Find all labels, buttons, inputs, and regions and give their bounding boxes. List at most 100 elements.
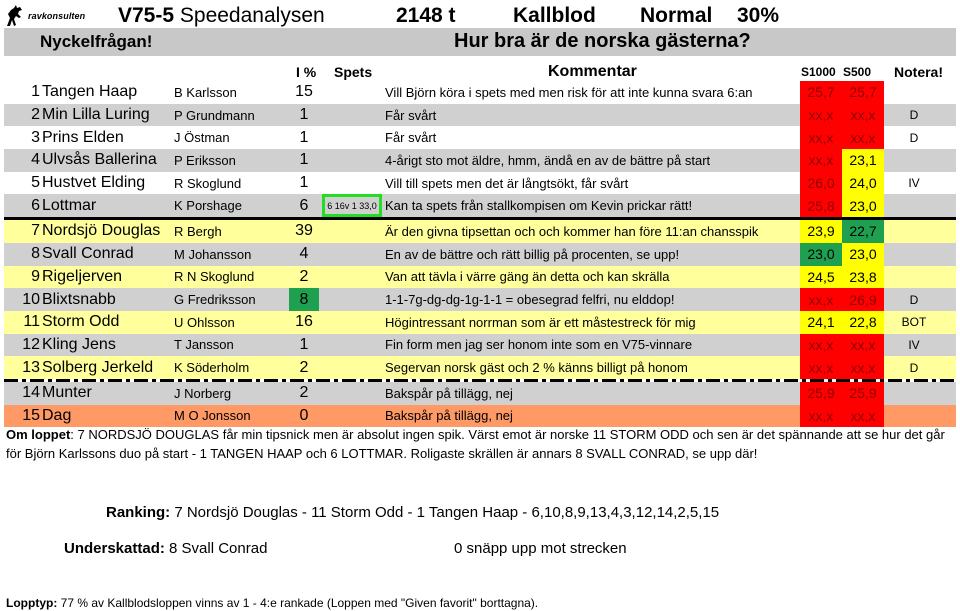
spets-value — [322, 288, 382, 311]
driver-name: K Söderholm — [174, 360, 250, 376]
race-id: V75-5 — [118, 4, 175, 27]
notera-value — [884, 81, 944, 104]
key-question-label: Nyckelfrågan! — [40, 32, 153, 51]
driver-name: R Skoglund — [174, 175, 242, 191]
horse-name: Hustvet Elding — [42, 174, 146, 192]
breed: Kallblod — [513, 4, 596, 27]
spets-value — [322, 104, 382, 127]
percent-value: 0 — [299, 406, 309, 424]
horse-row: 14 Munter J Norberg 2 Bakspår på tillägg, ne… — [4, 381, 956, 405]
comment: 1-1-7g-dg-dg-1g-1-1 = obesegrad felfri, … — [385, 292, 675, 308]
comment: Vill Björn köra i spets med men risk för… — [385, 84, 753, 100]
s1000-value: 25,8 — [800, 194, 842, 218]
spets-value — [322, 243, 382, 266]
horse-name: Lottmar — [42, 196, 97, 214]
comment: Kan ta spets från stallkompisen om Kevin… — [385, 198, 693, 214]
horse-number: 2 — [31, 106, 40, 124]
s1000-value: xx,x — [800, 356, 842, 379]
horse-row: 3 Prins Elden J Östman 1 Får svårt xx,x xx,x D — [4, 126, 956, 150]
ranking-text: 7 Nordsjö Douglas - 11 Storm Odd - 1 Tan… — [170, 504, 720, 521]
notera-value: IV — [908, 176, 920, 191]
s1000-value: xx,x — [800, 288, 842, 311]
spets-value — [322, 172, 382, 195]
horse-number: 9 — [31, 267, 40, 285]
spets-value — [322, 126, 382, 149]
horse-name: Dag — [42, 406, 72, 424]
horse-row: 15 Dag M O Jonsson 0 Bakspår på tillägg, nej… — [4, 404, 956, 428]
horse-row: 11 Storm Odd U Ohlsson 16 Högintressant norr… — [4, 310, 956, 334]
ranking-label: Ranking: — [106, 504, 171, 521]
horse-number: 14 — [22, 384, 40, 402]
horse-name: Blixtsnabb — [42, 290, 116, 308]
s500-value: xx,x — [842, 404, 884, 428]
horse-row: 6 Lottmar K Porshage 6 6 16v 1 33,0 Kan ta sp… — [4, 194, 956, 218]
notera-value — [884, 266, 944, 289]
comment: Får svårt — [385, 107, 437, 123]
comment: Får svårt — [385, 130, 437, 146]
key-question-bar: Nyckelfrågan! Hur bra är de norska gäste… — [4, 28, 956, 56]
s500-value: 25,9 — [842, 381, 884, 405]
s500-value: xx,x — [842, 333, 884, 357]
horse-row: 13 Solberg Jerkeld K Söderholm 2 Segervan no… — [4, 356, 956, 379]
s1000-value: 26,0 — [800, 171, 842, 195]
percent-value: 16 — [295, 313, 313, 331]
horse-icon — [7, 5, 22, 26]
horse-name: Solberg Jerkeld — [42, 358, 154, 376]
horse-name: Munter — [42, 384, 92, 402]
spets-value — [322, 220, 382, 243]
driver-name: M O Jonsson — [174, 408, 251, 424]
horse-number: 8 — [31, 245, 40, 263]
percent-value: 4 — [299, 245, 309, 263]
notera-value — [884, 149, 944, 172]
s500-value: 24,0 — [842, 171, 884, 195]
s500-value: xx,x — [842, 103, 884, 127]
horse-number: 13 — [22, 358, 40, 376]
notera-value: BOT — [901, 315, 927, 330]
driver-name: U Ohlsson — [174, 314, 235, 330]
horse-number: 10 — [22, 290, 40, 308]
notera-value — [884, 405, 944, 428]
horse-number: 12 — [22, 335, 40, 353]
driver-name: M Johansson — [174, 246, 252, 262]
horse-row: 2 Min Lilla Luring P Grundmann 1 Får svårt xx… — [4, 103, 956, 127]
comment: Van att tävla i värre gäng än detta och … — [385, 269, 670, 285]
notera-value: D — [909, 360, 919, 375]
spets-value — [322, 149, 382, 172]
s1000-value: xx,x — [800, 333, 842, 357]
driver-name: J Norberg — [174, 385, 232, 401]
horse-number: 3 — [31, 128, 40, 146]
percent-value: 2 — [299, 358, 309, 376]
underskattad: Underskattad: 8 Svall Conrad — [64, 540, 267, 557]
distance: 2148 t — [396, 4, 456, 27]
om-loppet-text: : 7 NORDSJÖ DOUGLAS får min tipsnick men… — [6, 427, 945, 461]
horse-number: 1 — [31, 83, 40, 101]
s500-value: xx,x — [842, 356, 884, 379]
s500-value: 23,8 — [842, 265, 884, 289]
driver-name: K Porshage — [174, 198, 242, 214]
spets-value — [322, 266, 382, 289]
horse-row: 9 Rigeljerven R N Skoglund 2 Van att tävla i… — [4, 265, 956, 289]
percent-value: 39 — [295, 222, 313, 240]
underskattad-label: Underskattad: — [64, 540, 165, 557]
horse-name: Prins Elden — [42, 128, 124, 146]
percent-value: 1 — [299, 335, 309, 353]
horse-number: 15 — [22, 406, 40, 424]
horse-name: Ulvsås Ballerina — [42, 151, 157, 169]
horse-row: 8 Svall Conrad M Johansson 4 En av de bättre… — [4, 242, 956, 266]
horse-number: 11 — [23, 313, 40, 331]
comment: Segervan norsk gäst och 2 % känns billig… — [385, 360, 688, 376]
s1000-value: xx,x — [800, 404, 842, 428]
ranking: Ranking: 7 Nordsjö Douglas - 11 Storm Od… — [106, 504, 719, 521]
notera-value: D — [909, 108, 919, 123]
percent-value: 15 — [295, 83, 313, 101]
percent-value: 1 — [299, 174, 309, 192]
key-question: Hur bra är de norska gästerna? — [454, 30, 751, 52]
lopptyp-label: Lopptyp: — [6, 596, 58, 610]
horse-row: 4 Ulvsås Ballerina P Eriksson 1 4-årigt sto … — [4, 149, 956, 172]
driver-name: P Eriksson — [174, 152, 236, 168]
comment: Vill till spets men det är långtsökt, få… — [385, 175, 629, 191]
s1000-value: 25,7 — [800, 81, 842, 104]
notera-value — [884, 220, 944, 243]
spets-value — [322, 405, 382, 428]
driver-name: R N Skoglund — [174, 269, 255, 285]
